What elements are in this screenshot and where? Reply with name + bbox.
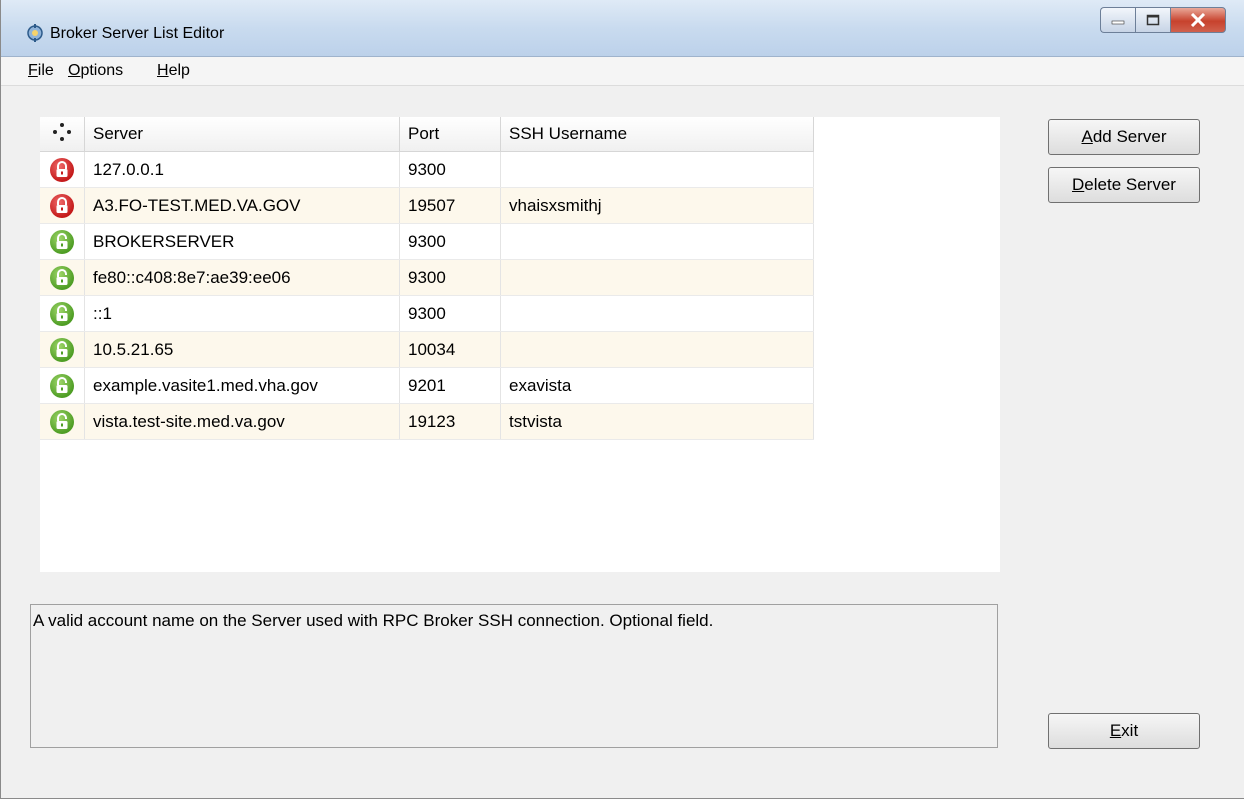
field-description: A valid account name on the Server used … <box>33 611 714 630</box>
cell-server[interactable]: fe80::c408:8e7:ae39:ee06 <box>84 259 400 296</box>
minimize-icon <box>1111 20 1125 25</box>
table-row[interactable]: ::1 9300 <box>40 295 814 332</box>
maximize-icon <box>1146 14 1160 26</box>
cell-port[interactable]: 9300 <box>399 223 501 260</box>
cell-port[interactable]: 9300 <box>399 295 501 332</box>
row-status-cell[interactable] <box>40 187 85 224</box>
column-header-port[interactable]: Port <box>399 117 501 152</box>
server-list-panel[interactable]: Server Port SSH Username 127.0.0.1 9300 A3… <box>40 117 1000 572</box>
description-panel: A valid account name on the Server used … <box>30 604 998 748</box>
cell-ssh-username[interactable] <box>500 259 814 296</box>
cell-ssh-username[interactable] <box>500 223 814 260</box>
unlocked-padlock-icon <box>50 373 74 398</box>
row-status-cell[interactable] <box>40 367 85 404</box>
column-indicator-header[interactable] <box>40 117 85 152</box>
row-status-cell[interactable] <box>40 331 85 368</box>
row-status-cell[interactable] <box>40 295 85 332</box>
cell-server[interactable]: example.vasite1.med.vha.gov <box>84 367 400 404</box>
cell-ssh-username[interactable] <box>500 295 814 332</box>
cell-ssh-username[interactable] <box>500 151 814 188</box>
table-row[interactable]: vista.test-site.med.va.gov 19123 tstvista <box>40 403 814 440</box>
window-title: Broker Server List Editor <box>50 25 225 42</box>
unlocked-padlock-icon <box>50 337 74 362</box>
minimize-button[interactable] <box>1100 7 1135 33</box>
column-header-server[interactable]: Server <box>84 117 400 152</box>
cell-server[interactable]: A3.FO-TEST.MED.VA.GOV <box>84 187 400 224</box>
move-arrows-icon <box>53 122 71 141</box>
column-header-ssh-username[interactable]: SSH Username <box>500 117 814 152</box>
delete-server-button[interactable]: Delete Server <box>1048 167 1200 203</box>
app-window: Broker Server List Editor File Options H… <box>0 0 1244 799</box>
cell-port[interactable]: 9300 <box>399 259 501 296</box>
table-row[interactable]: BROKERSERVER 9300 <box>40 223 814 260</box>
cell-server[interactable]: BROKERSERVER <box>84 223 400 260</box>
cell-server[interactable]: vista.test-site.med.va.gov <box>84 403 400 440</box>
exit-button[interactable]: Exit <box>1048 713 1200 749</box>
gear-person-icon <box>27 24 43 42</box>
table-row[interactable]: fe80::c408:8e7:ae39:ee06 9300 <box>40 259 814 296</box>
table-row[interactable]: 127.0.0.1 9300 <box>40 151 814 188</box>
cell-ssh-username[interactable]: vhaisxsmithj <box>500 187 814 224</box>
locked-padlock-icon <box>50 193 74 218</box>
add-server-button[interactable]: Add Server <box>1048 119 1200 155</box>
menu-bar: File Options Help <box>0 57 1244 86</box>
row-status-cell[interactable] <box>40 403 85 440</box>
cell-server[interactable]: 127.0.0.1 <box>84 151 400 188</box>
menu-help[interactable]: Help <box>157 62 190 80</box>
table-row[interactable]: 10.5.21.65 10034 <box>40 331 814 368</box>
close-icon <box>1190 13 1206 27</box>
cell-port[interactable]: 10034 <box>399 331 501 368</box>
cell-port[interactable]: 9300 <box>399 151 501 188</box>
unlocked-padlock-icon <box>50 265 74 290</box>
menu-options[interactable]: Options <box>68 62 123 80</box>
cell-port[interactable]: 9201 <box>399 367 501 404</box>
maximize-button[interactable] <box>1135 7 1170 33</box>
unlocked-padlock-icon <box>50 301 74 326</box>
cell-server[interactable]: ::1 <box>84 295 400 332</box>
cell-port[interactable]: 19507 <box>399 187 501 224</box>
table-row[interactable]: A3.FO-TEST.MED.VA.GOV 19507 vhaisxsmithj <box>40 187 814 224</box>
cell-ssh-username[interactable] <box>500 331 814 368</box>
cell-ssh-username[interactable]: exavista <box>500 367 814 404</box>
row-status-cell[interactable] <box>40 259 85 296</box>
unlocked-padlock-icon <box>50 229 74 254</box>
unlocked-padlock-icon <box>50 409 74 434</box>
cell-server[interactable]: 10.5.21.65 <box>84 331 400 368</box>
server-table: Server Port SSH Username 127.0.0.1 9300 A3… <box>40 117 814 440</box>
cell-ssh-username[interactable]: tstvista <box>500 403 814 440</box>
menu-file[interactable]: File <box>28 62 54 80</box>
cell-port[interactable]: 19123 <box>399 403 501 440</box>
locked-padlock-icon <box>50 157 74 182</box>
close-button[interactable] <box>1170 7 1226 33</box>
row-status-cell[interactable] <box>40 151 85 188</box>
table-row[interactable]: example.vasite1.med.vha.gov 9201 exavista <box>40 367 814 404</box>
row-status-cell[interactable] <box>40 223 85 260</box>
title-bar[interactable]: Broker Server List Editor <box>0 0 1244 57</box>
window-controls <box>1100 7 1226 33</box>
